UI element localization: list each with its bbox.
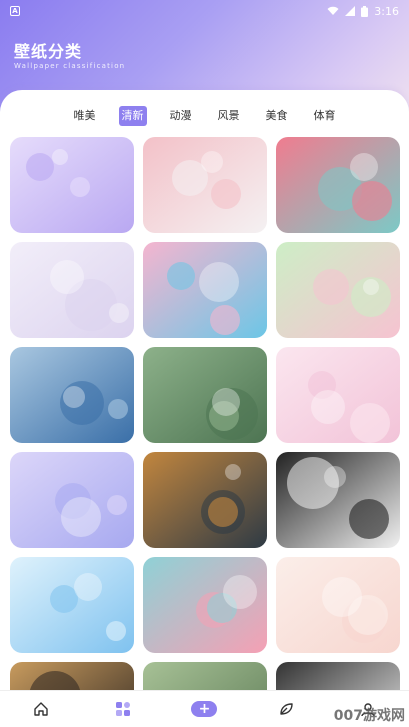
wallpaper-grid [10,137,400,727]
page-subtitle: Wallpaper classification [14,62,126,70]
cartoon-character-wallpaper[interactable] [143,452,267,548]
purple-sky-ladder-wallpaper-image [10,452,134,548]
blue-sky-anime-wallpaper[interactable] [10,557,134,653]
tab-scenery[interactable]: 风景 [215,106,243,126]
wifi-icon [327,6,339,15]
battery-icon [361,5,369,17]
tab-sports[interactable]: 体育 [311,106,339,126]
earphones-wallpaper-image [10,242,134,338]
nav-category[interactable] [108,694,138,724]
status-left: A [10,6,20,16]
anime-girl-sketch-wallpaper-image [143,137,267,233]
leaf-icon [280,703,293,715]
signal-icon [345,6,356,16]
status-bar: A 3:16 [0,0,409,22]
anime-house-wallpaper-image [10,347,134,443]
category-tabs: 唯美 清新 动漫 风景 美食 体育 [0,106,409,126]
add-icon: + [191,701,218,717]
anime-girl-sketch-wallpaper[interactable] [143,137,267,233]
blue-sky-anime-wallpaper-image [10,557,134,653]
app-notification-icon: A [10,6,20,16]
nav-add[interactable]: + [189,694,219,724]
watermelon-cookies-wallpaper-image [143,557,267,653]
lineart-girl-wallpaper[interactable] [276,452,400,548]
colorful-balloons-wallpaper-image [143,242,267,338]
anime-house-wallpaper[interactable] [10,347,134,443]
marshmallows-wallpaper-image [276,242,400,338]
purple-sky-ladder-wallpaper[interactable] [10,452,134,548]
category-icon [115,702,130,716]
page-title: 壁纸分类 [14,42,83,61]
cherry-blossom-girl-wallpaper-image [276,347,400,443]
nav-discover[interactable] [271,694,301,724]
watermark-logo: 007游戏网 [333,708,405,724]
ferris-wheel-wallpaper[interactable] [276,557,400,653]
fruit-platter-wallpaper-image [276,137,400,233]
fruit-platter-wallpaper[interactable] [276,137,400,233]
status-right: 3:16 [327,5,399,18]
status-time: 3:16 [374,4,399,18]
earphones-wallpaper[interactable] [10,242,134,338]
lineart-girl-wallpaper-image [276,452,400,548]
cherry-blossom-girl-wallpaper[interactable] [276,347,400,443]
tab-anime[interactable]: 动漫 [167,106,195,126]
tab-food[interactable]: 美食 [263,106,291,126]
purple-balloons-wallpaper[interactable] [10,137,134,233]
watermelon-cookies-wallpaper[interactable] [143,557,267,653]
purple-balloons-wallpaper-image [10,137,134,233]
ferris-wheel-wallpaper-image [276,557,400,653]
forest-scene-wallpaper[interactable] [143,347,267,443]
tab-fresh[interactable]: 清新 [118,106,147,126]
forest-scene-wallpaper-image [143,347,267,443]
tab-aesthetic[interactable]: 唯美 [71,106,99,126]
home-icon [34,702,48,716]
cartoon-character-wallpaper-image [143,452,267,548]
nav-home[interactable] [26,694,56,724]
marshmallows-wallpaper[interactable] [276,242,400,338]
colorful-balloons-wallpaper[interactable] [143,242,267,338]
